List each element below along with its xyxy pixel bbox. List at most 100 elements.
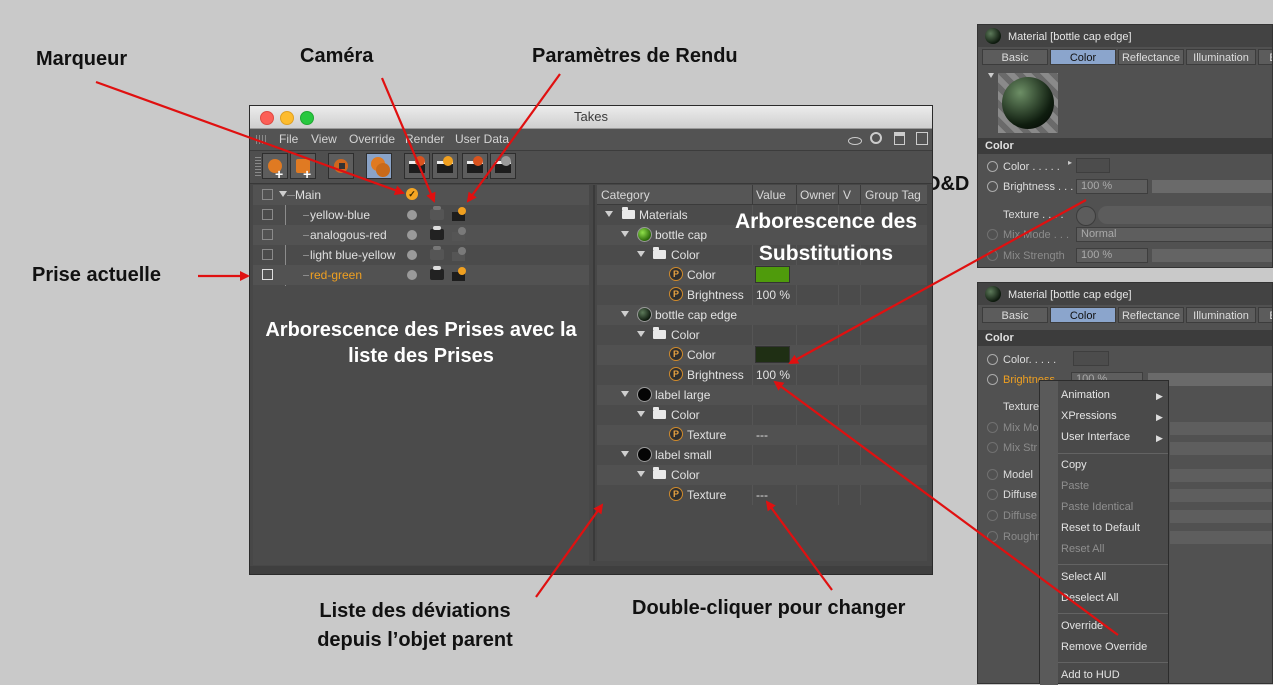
tab-more[interactable]: E: [1258, 307, 1272, 323]
animation-radio[interactable]: [987, 354, 998, 365]
menu-item-override[interactable]: Override: [1061, 620, 1103, 632]
render-settings-icon[interactable]: [452, 227, 467, 241]
mix-strength-field[interactable]: 100 %: [1076, 248, 1148, 263]
expand-arrow-icon[interactable]: [621, 231, 629, 237]
take-row-yellow-blue[interactable]: yellow-blue: [253, 205, 589, 225]
take-checkbox[interactable]: [262, 229, 273, 240]
expand-arrow-icon[interactable]: [637, 411, 645, 417]
tab-more[interactable]: E: [1258, 49, 1272, 65]
render-all-button[interactable]: [432, 153, 458, 179]
marker-icon[interactable]: [407, 250, 417, 260]
menu-item-reset-all[interactable]: Reset All: [1061, 543, 1104, 555]
auto-take-button[interactable]: [366, 153, 392, 179]
mix-strength-slider[interactable]: [1152, 249, 1272, 262]
menu-render[interactable]: Render: [405, 132, 444, 146]
take-checkbox[interactable]: [262, 209, 273, 220]
field-bar[interactable]: [1170, 489, 1272, 502]
animation-radio[interactable]: [987, 422, 998, 433]
expand-arrow-icon[interactable]: [621, 451, 629, 457]
camera-icon[interactable]: [430, 246, 444, 260]
brightness-field[interactable]: 100 %: [1076, 179, 1148, 194]
marker-icon[interactable]: [407, 230, 417, 240]
search-icon[interactable]: [870, 132, 882, 144]
column-owner[interactable]: Owner: [800, 188, 835, 202]
expand-arrow-icon[interactable]: [621, 391, 629, 397]
override-value[interactable]: ---: [756, 488, 768, 502]
render-queue-button[interactable]: [490, 153, 516, 179]
animation-radio[interactable]: [987, 229, 998, 240]
expand-arrow-icon[interactable]: [637, 251, 645, 257]
layout-icon[interactable]: [894, 132, 905, 145]
override-row-texture[interactable]: P Texture ---: [597, 485, 927, 505]
animation-radio[interactable]: [987, 510, 998, 521]
override-row-color-folder[interactable]: Color: [597, 465, 927, 485]
override-row-color-folder[interactable]: Color: [597, 325, 927, 345]
take-row-red-green[interactable]: red-green: [253, 265, 589, 285]
override-row-color[interactable]: P Color: [597, 345, 927, 365]
tab-basic[interactable]: Basic: [982, 49, 1048, 65]
tab-illumination[interactable]: Illumination: [1186, 307, 1256, 323]
menu-item-user-interface[interactable]: User Interface: [1061, 431, 1130, 443]
override-row-label-large[interactable]: label large: [597, 385, 927, 405]
field-bar[interactable]: [1170, 510, 1272, 523]
tab-illumination[interactable]: Illumination: [1186, 49, 1256, 65]
menu-override[interactable]: Override: [349, 132, 395, 146]
override-row-texture[interactable]: P Texture ---: [597, 425, 927, 445]
new-child-take-button[interactable]: +: [290, 153, 316, 182]
menu-item-xpressions[interactable]: XPressions: [1061, 410, 1117, 422]
animation-radio[interactable]: [987, 181, 998, 192]
marker-icon[interactable]: [407, 210, 417, 220]
render-take-button[interactable]: [404, 153, 430, 179]
brightness-slider[interactable]: [1152, 180, 1272, 193]
texture-field[interactable]: [1098, 206, 1272, 224]
render-settings-icon[interactable]: [452, 267, 467, 281]
expand-arrow-icon[interactable]: [637, 471, 645, 477]
field-bar[interactable]: [1170, 442, 1272, 455]
animation-radio[interactable]: [987, 469, 998, 480]
tab-color[interactable]: Color: [1050, 307, 1116, 323]
column-category[interactable]: Category: [601, 188, 650, 202]
marker-icon[interactable]: [407, 270, 417, 280]
tab-reflectance[interactable]: Reflectance: [1118, 49, 1184, 65]
animation-radio[interactable]: [987, 250, 998, 261]
expand-arrow-icon[interactable]: [279, 191, 287, 197]
mix-mode-select[interactable]: Normal: [1076, 227, 1272, 242]
column-group-tag[interactable]: Group Tag: [865, 188, 921, 202]
override-row-label-small[interactable]: label small: [597, 445, 927, 465]
render-settings-icon[interactable]: [452, 207, 467, 221]
tab-basic[interactable]: Basic: [982, 307, 1048, 323]
menu-view[interactable]: View: [311, 132, 337, 146]
material-preview[interactable]: [998, 73, 1058, 133]
column-v[interactable]: V: [843, 188, 851, 202]
camera-icon[interactable]: [430, 226, 444, 240]
menu-item-paste-identical[interactable]: Paste Identical: [1061, 501, 1133, 513]
render-settings-icon[interactable]: [452, 247, 467, 261]
tab-reflectance[interactable]: Reflectance: [1118, 307, 1184, 323]
animation-radio[interactable]: [987, 374, 998, 385]
menu-item-select-all[interactable]: Select All: [1061, 571, 1106, 583]
take-checkbox[interactable]: [262, 189, 273, 200]
animation-radio[interactable]: [987, 531, 998, 542]
override-row-brightness[interactable]: P Brightness 100 %: [597, 365, 927, 385]
expand-arrow-icon[interactable]: ▸: [1068, 158, 1072, 167]
pane-splitter[interactable]: [593, 185, 595, 561]
expand-arrow-icon[interactable]: [621, 311, 629, 317]
collapse-arrow-icon[interactable]: [988, 73, 994, 78]
field-bar[interactable]: [1170, 422, 1272, 435]
take-row-analogous-red[interactable]: analogous-red: [253, 225, 589, 245]
texture-button[interactable]: [1076, 206, 1096, 226]
animation-radio[interactable]: [987, 442, 998, 453]
maximize-icon[interactable]: [916, 132, 928, 145]
animation-radio[interactable]: [987, 161, 998, 172]
color-swatch[interactable]: [1076, 158, 1110, 173]
override-value[interactable]: 100 %: [756, 288, 790, 302]
take-checkbox[interactable]: [262, 249, 273, 260]
override-row-brightness[interactable]: P Brightness 100 %: [597, 285, 927, 305]
menu-item-paste[interactable]: Paste: [1061, 480, 1089, 492]
menu-item-remove-override[interactable]: Remove Override: [1061, 641, 1147, 653]
override-value[interactable]: ---: [756, 428, 768, 442]
menu-file[interactable]: File: [279, 132, 298, 146]
color-swatch-dark[interactable]: [755, 346, 790, 363]
menu-item-copy[interactable]: Copy: [1061, 459, 1087, 471]
take-checkbox[interactable]: [262, 269, 273, 280]
